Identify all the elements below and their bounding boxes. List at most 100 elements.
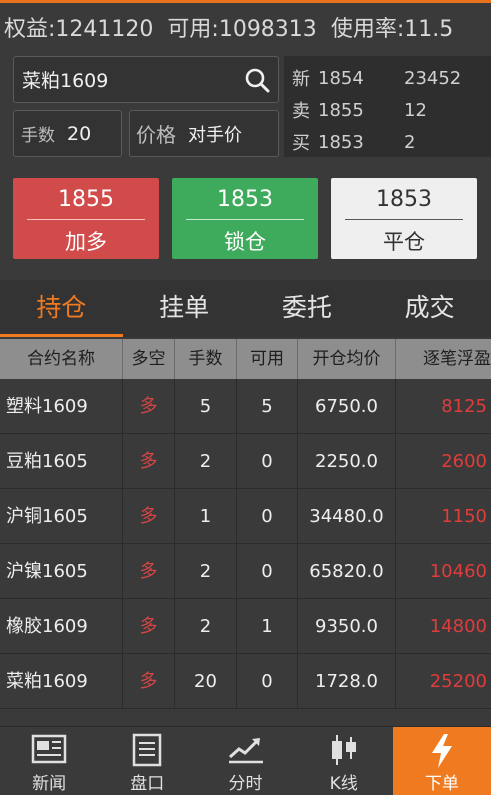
nav-order-book-label: 盘口 [130,774,165,794]
buy-label: 加多 [65,230,107,254]
cell-available: 5 [237,379,298,434]
cell-avg-price: 34480.0 [298,489,396,544]
quote-row-last: 新 1854 23452 [292,65,461,91]
quantity-value: 20 [67,122,92,145]
cell-direction: 多 [123,654,175,709]
nav-time-share[interactable]: 分时 [196,727,294,795]
price-field[interactable]: 价格 对手价 [129,110,279,157]
lock-price: 1853 [217,187,273,212]
cell-avg-price: 9350.0 [298,599,396,654]
cell-avg-price: 6750.0 [298,379,396,434]
cell-contract: 塑料1609 [0,379,123,434]
cell-floating-pl: 2600 [441,451,487,472]
order-book-icon [133,733,162,767]
table-row[interactable]: 豆粕1605 多 2 0 2250.0 2600 [0,434,491,489]
search-icon[interactable] [244,67,270,93]
cell-available: 0 [237,654,298,709]
table-row[interactable]: 塑料1609 多 5 5 6750.0 8125 [0,379,491,434]
table-row[interactable]: 沪镍1605 多 2 0 65820.0 10460 [0,544,491,599]
nav-kline-label: K线 [329,774,358,794]
cell-direction: 多 [123,434,175,489]
cell-floating-pl: 1150 [441,506,487,527]
lock-position-button[interactable]: 1853 锁仓 [172,178,318,259]
quote-key: 卖 [292,101,310,122]
contract-value: 菜粕1609 [22,70,109,92]
equity-text: 权益:1241120 [4,17,154,42]
quote-price: 1855 [318,99,364,121]
quote-price: 1854 [318,67,364,89]
header-floating-pl[interactable]: 逐笔浮盈 [396,339,491,379]
cell-avg-price: 1728.0 [298,654,396,709]
header-avg-price[interactable]: 开仓均价 [298,339,396,379]
quantity-field[interactable]: 手数 20 [13,110,122,157]
cell-quantity: 5 [175,379,237,434]
nav-place-order-label: 下单 [424,774,459,794]
cell-contract: 橡胶1609 [0,599,123,654]
buy-long-button[interactable]: 1855 加多 [13,178,159,259]
cell-avg-price: 2250.0 [298,434,396,489]
divider [345,219,463,220]
contract-search-field[interactable]: 菜粕1609 [13,56,279,103]
divider [27,219,145,220]
quote-row-ask: 卖 1855 12 [292,97,427,123]
quote-volume: 23452 [404,67,462,89]
nav-place-order[interactable]: 下单 [392,727,491,795]
nav-news[interactable]: 新闻 [0,727,98,795]
nav-kline[interactable]: K线 [295,727,393,795]
action-buttons: 1855 加多 1853 锁仓 1853 平仓 [0,165,491,280]
table-row[interactable]: 沪铜1605 多 1 0 34480.0 1150 [0,489,491,544]
close-label: 平仓 [383,230,425,254]
cell-available: 0 [237,544,298,599]
header-quantity[interactable]: 手数 [175,339,237,379]
cell-quantity: 2 [175,544,237,599]
table-row[interactable]: 橡胶1609 多 2 1 9350.0 14800 [0,599,491,654]
price-label: 价格 [136,123,176,147]
cell-quantity: 2 [175,434,237,489]
quote-volume: 12 [404,99,427,121]
price-value: 对手价 [188,124,242,146]
quote-row-bid: 买 1853 2 [292,129,415,155]
close-position-button[interactable]: 1853 平仓 [331,178,477,259]
cell-available: 0 [237,489,298,544]
divider [186,219,304,220]
tab-pending[interactable]: 挂单 [123,280,246,337]
cell-floating-pl: 14800 [429,616,487,637]
cell-direction: 多 [123,379,175,434]
quantity-label: 手数 [21,126,55,146]
order-panel: 菜粕1609 手数 20 价格 对手价 新 1854 23452 卖 1855 … [0,51,491,165]
quote-panel: 新 1854 23452 卖 1855 12 买 1853 2 [284,56,491,157]
cell-direction: 多 [123,544,175,599]
position-tabs: 持仓 挂单 委托 成交 [0,280,491,337]
quote-volume: 2 [404,131,416,153]
quote-key: 新 [292,69,310,90]
cell-direction: 多 [123,599,175,654]
usage-text: 使用率:11.5 [330,17,454,42]
table-header: 合约名称 多空 手数 可用 开仓均价 逐笔浮盈 [0,339,491,379]
cell-direction: 多 [123,489,175,544]
nav-time-share-label: 分时 [228,774,263,794]
quote-price: 1853 [318,131,364,153]
cell-contract: 菜粕1609 [0,654,123,709]
tab-positions[interactable]: 持仓 [0,280,123,337]
available-text: 可用:1098313 [167,17,317,42]
lightning-icon [431,734,452,768]
kline-icon [331,735,356,765]
header-direction[interactable]: 多空 [123,339,175,379]
close-price: 1853 [376,187,432,212]
cell-available: 0 [237,434,298,489]
quote-key: 买 [292,133,310,154]
cell-floating-pl: 8125 [441,396,487,417]
cell-contract: 沪铜1605 [0,489,123,544]
cell-available: 1 [237,599,298,654]
cell-quantity: 20 [175,654,237,709]
nav-news-label: 新闻 [32,774,67,794]
cell-quantity: 2 [175,599,237,654]
account-summary: 权益:1241120 可用:1098313 使用率:11.5 [0,3,491,51]
header-contract[interactable]: 合约名称 [0,339,123,379]
tab-trades[interactable]: 成交 [368,280,491,337]
nav-order-book[interactable]: 盘口 [98,727,196,795]
table-row[interactable]: 菜粕1609 多 20 0 1728.0 25200 [0,654,491,709]
header-available[interactable]: 可用 [237,339,298,379]
tab-orders[interactable]: 委托 [246,280,369,337]
positions-table: 塑料1609 多 5 5 6750.0 8125 豆粕1605 多 2 0 22… [0,379,491,711]
